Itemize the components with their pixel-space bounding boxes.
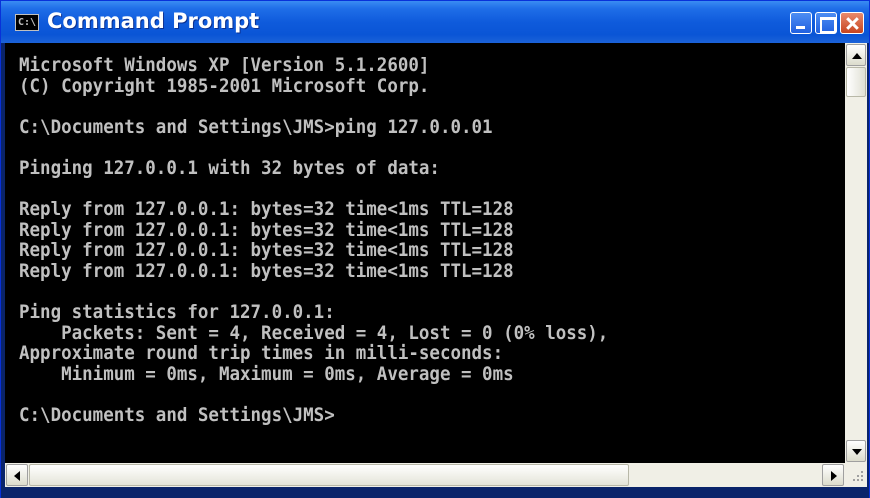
scroll-left-button[interactable] [6, 464, 28, 486]
maximize-button[interactable] [815, 12, 837, 34]
close-button[interactable] [840, 12, 864, 34]
command-prompt-window: C:\ Command Prompt Microsoft Windows XP … [0, 0, 870, 498]
title-bar[interactable]: C:\ Command Prompt [1, 1, 869, 43]
console-line: Approximate round trip times in milli-se… [19, 342, 504, 365]
window-title: Command Prompt [47, 9, 260, 33]
console-line: C:\Documents and Settings\JMS>ping 127.0… [19, 115, 493, 138]
console-line: Minimum = 0ms, Maximum = 0ms, Average = … [19, 362, 514, 385]
horizontal-scroll-thumb[interactable] [29, 464, 629, 486]
arrow-left-icon [14, 471, 20, 481]
window-bottom-border [1, 487, 869, 498]
console-line: Microsoft Windows XP [Version 5.1.2600] [19, 54, 430, 76]
console-app-icon[interactable]: C:\ [15, 14, 39, 31]
console-line: Ping statistics for 127.0.0.1: [19, 301, 335, 324]
console-output[interactable]: Microsoft Windows XP [Version 5.1.2600] … [5, 43, 845, 463]
arrow-right-icon [831, 471, 837, 481]
horizontal-scrollbar[interactable] [5, 463, 845, 487]
console-line: Reply from 127.0.0.1: bytes=32 time<1ms … [19, 198, 514, 221]
console-line: Pinging 127.0.0.1 with 32 bytes of data: [19, 156, 440, 179]
vertical-scroll-thumb[interactable] [846, 67, 866, 97]
resize-grip-icon[interactable] [845, 463, 867, 487]
console-line: Reply from 127.0.0.1: bytes=32 time<1ms … [19, 259, 514, 282]
vertical-scrollbar[interactable] [845, 43, 867, 463]
minimize-button[interactable] [790, 12, 812, 34]
arrow-up-icon [852, 53, 862, 59]
console-line: Packets: Sent = 4, Received = 4, Lost = … [19, 321, 609, 344]
console-line: Reply from 127.0.0.1: bytes=32 time<1ms … [19, 239, 514, 262]
scroll-right-button[interactable] [822, 464, 844, 486]
console-line: C:\Documents and Settings\JMS> [19, 404, 335, 427]
scroll-down-button[interactable] [846, 440, 866, 462]
console-text: Microsoft Windows XP [Version 5.1.2600] … [19, 55, 608, 426]
arrow-down-icon [852, 449, 862, 455]
console-line: Reply from 127.0.0.1: bytes=32 time<1ms … [19, 218, 514, 241]
console-line: (C) Copyright 1985-2001 Microsoft Corp. [19, 74, 430, 97]
scroll-up-button[interactable] [846, 44, 866, 66]
